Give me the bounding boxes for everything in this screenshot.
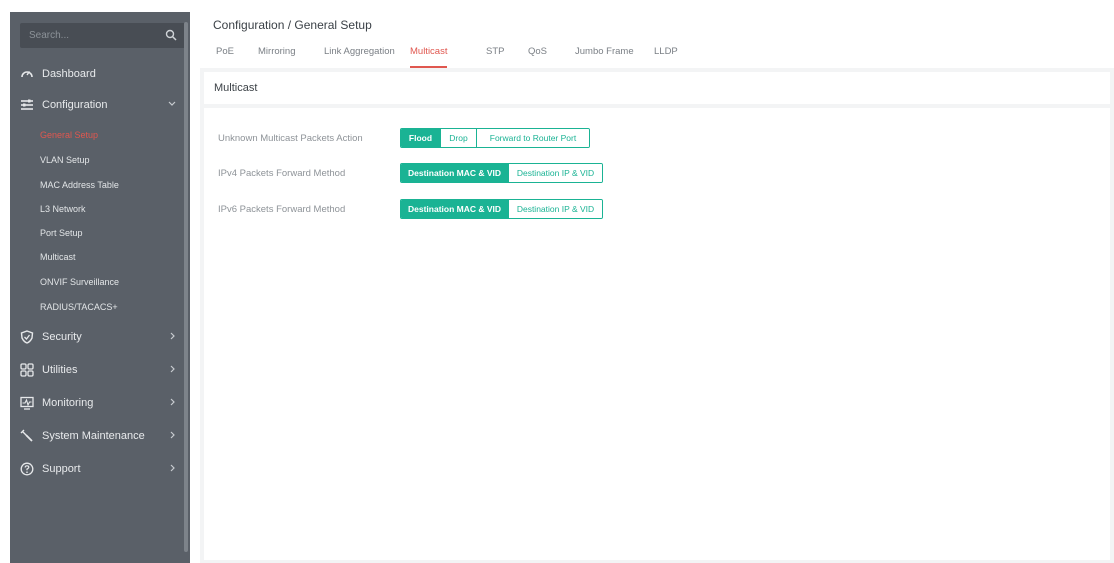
sidebar-subitem-radius-tacacs[interactable]: RADIUS/TACACS+ xyxy=(40,300,118,314)
sidebar-item-system-maintenance[interactable]: System Maintenance xyxy=(10,425,186,447)
sidebar-subitem-onvif-surveillance[interactable]: ONVIF Surveillance xyxy=(40,275,119,289)
sidebar-subitem-port-setup[interactable]: Port Setup xyxy=(40,226,83,240)
monitor-icon xyxy=(20,396,34,410)
chevron-down-icon xyxy=(168,101,176,106)
tab-stp[interactable]: STP xyxy=(486,46,504,68)
unknown-multicast-action-selector: Flood Drop Forward to Router Port xyxy=(400,128,590,148)
ipv6-forward-method-label: IPv6 Packets Forward Method xyxy=(218,204,346,215)
tab-jumbo-frame[interactable]: Jumbo Frame xyxy=(575,46,634,68)
help-icon xyxy=(20,462,34,476)
chevron-right-icon xyxy=(170,398,175,406)
sidebar-item-security[interactable]: Security xyxy=(10,326,186,348)
sidebar-scrollbar[interactable] xyxy=(184,22,188,552)
sidebar-item-label: Configuration xyxy=(42,99,108,111)
sidebar-item-label: Monitoring xyxy=(42,397,94,409)
chevron-right-icon xyxy=(170,365,175,373)
sidebar-search[interactable] xyxy=(20,23,186,48)
sidebar-item-support[interactable]: Support xyxy=(10,458,186,480)
sidebar-subitem-general-setup[interactable]: General Setup xyxy=(40,128,98,142)
sidebar-subitem-multicast[interactable]: Multicast xyxy=(40,250,76,264)
sidebar-item-utilities[interactable]: Utilities xyxy=(10,359,186,381)
wrench-icon xyxy=(20,429,33,442)
sidebar-item-monitoring[interactable]: Monitoring xyxy=(10,392,186,414)
sidebar-subitem-vlan-setup[interactable]: VLAN Setup xyxy=(40,153,90,167)
shield-icon xyxy=(20,330,34,344)
chevron-right-icon xyxy=(170,431,175,439)
ipv6-forward-method-selector: Destination MAC & VID Destination IP & V… xyxy=(400,199,603,219)
option-destination-mac-vid[interactable]: Destination MAC & VID xyxy=(401,200,508,218)
sidebar-item-label: Support xyxy=(42,463,81,475)
sidebar-item-configuration[interactable]: Configuration xyxy=(10,94,186,116)
option-forward-to-router-port[interactable]: Forward to Router Port xyxy=(476,129,589,147)
sidebar-subitem-l3-network[interactable]: L3 Network xyxy=(40,202,86,216)
tab-lldp[interactable]: LLDP xyxy=(654,46,678,68)
sidebar: Dashboard Configuration General Setup VL… xyxy=(10,12,190,563)
search-icon[interactable] xyxy=(165,29,177,41)
tab-mirroring[interactable]: Mirroring xyxy=(258,46,295,68)
search-input[interactable] xyxy=(20,23,169,48)
panel-header: Multicast xyxy=(204,72,1110,104)
option-destination-ip-vid[interactable]: Destination IP & VID xyxy=(508,164,602,182)
tab-qos[interactable]: QoS xyxy=(528,46,547,68)
list-settings-icon xyxy=(21,99,33,110)
ipv4-forward-method-label: IPv4 Packets Forward Method xyxy=(218,168,346,179)
sidebar-item-label: Security xyxy=(42,331,82,343)
tab-poe[interactable]: PoE xyxy=(216,46,234,68)
panel-title: Multicast xyxy=(214,82,258,94)
option-drop[interactable]: Drop xyxy=(440,129,476,147)
tab-multicast[interactable]: Multicast xyxy=(410,46,448,68)
sidebar-item-dashboard[interactable]: Dashboard xyxy=(10,63,186,85)
breadcrumb: Configuration / General Setup xyxy=(213,18,372,32)
ipv4-forward-method-selector: Destination MAC & VID Destination IP & V… xyxy=(400,163,603,183)
dashboard-gauge-icon xyxy=(21,71,33,78)
sidebar-item-label: Utilities xyxy=(42,364,78,376)
option-destination-mac-vid[interactable]: Destination MAC & VID xyxy=(401,164,508,182)
option-destination-ip-vid[interactable]: Destination IP & VID xyxy=(508,200,602,218)
sidebar-subitem-mac-address-table[interactable]: MAC Address Table xyxy=(40,178,119,192)
tab-link-aggregation[interactable]: Link Aggregation xyxy=(324,46,395,68)
chevron-right-icon xyxy=(170,332,175,340)
unknown-multicast-action-label: Unknown Multicast Packets Action xyxy=(218,133,363,144)
sidebar-item-label: System Maintenance xyxy=(42,430,145,442)
sidebar-item-label: Dashboard xyxy=(42,68,96,80)
grid-icon xyxy=(20,363,34,377)
chevron-right-icon xyxy=(170,464,175,472)
option-flood[interactable]: Flood xyxy=(401,129,440,147)
